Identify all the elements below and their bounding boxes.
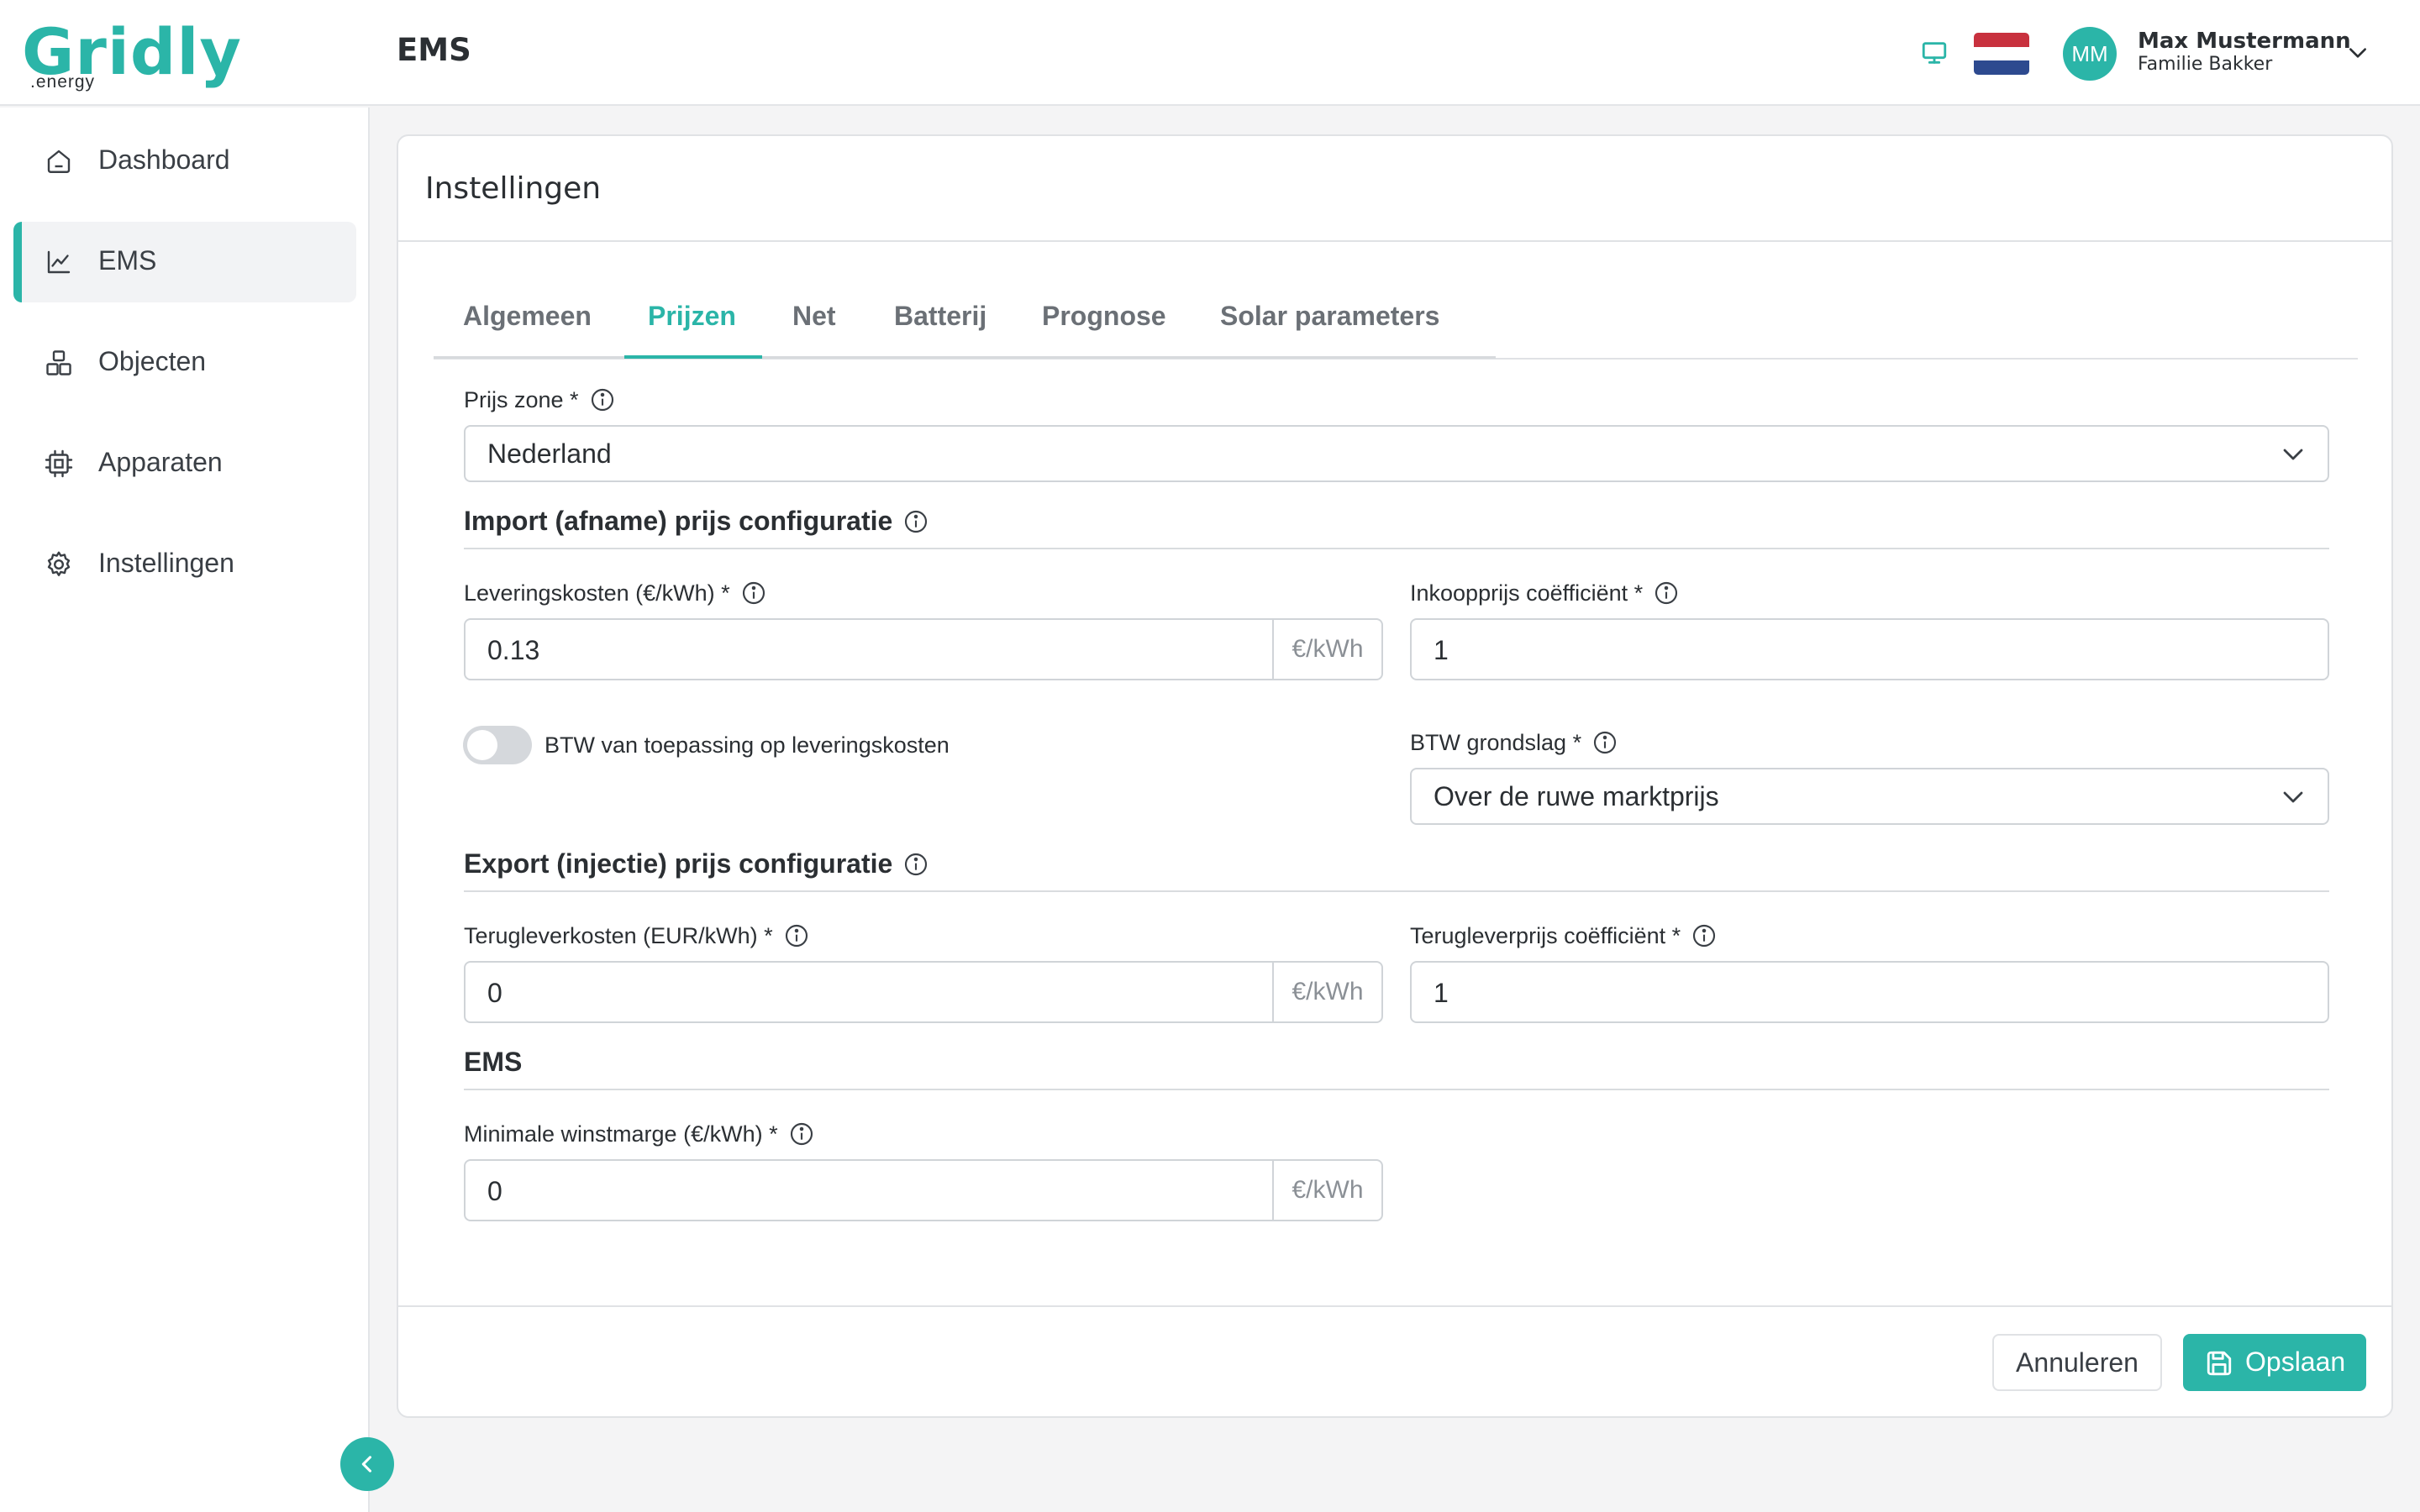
info-icon[interactable]: [788, 1121, 815, 1147]
sidebar-collapse-button[interactable]: [340, 1437, 394, 1491]
vat-toggle-label: BTW van toepassing op leveringskosten: [544, 732, 950, 758]
purchase-coefficient-label-text: Inkoopprijs coëfficiënt *: [1410, 580, 1644, 606]
info-icon[interactable]: [783, 922, 810, 949]
min-margin-label-text: Minimale winstmarge (€/kWh) *: [464, 1121, 778, 1147]
tabs-track: [434, 356, 1496, 359]
home-icon: [47, 150, 71, 173]
user-name[interactable]: Max Mustermann: [2138, 29, 2351, 54]
cancel-button[interactable]: Annuleren: [1992, 1334, 2162, 1391]
feedin-costs-label: Terugleverkosten (EUR/kWh) *: [464, 922, 810, 949]
delivery-costs-label: Leveringskosten (€/kWh) *: [464, 580, 767, 606]
min-margin-value: 0: [487, 1176, 502, 1206]
sidebar-item-ems[interactable]: EMS: [13, 222, 356, 302]
tab-net[interactable]: Net: [792, 301, 836, 332]
price-zone-value: Nederland: [487, 438, 612, 469]
ems-section-title: EMS: [464, 1047, 522, 1078]
feedin-coefficient-value: 1: [1434, 978, 1449, 1008]
sidebar-item-label: Instellingen: [98, 548, 234, 578]
settings-card: Instellingen Algemeen Prijzen Net Batter…: [397, 134, 2393, 1418]
min-margin-label: Minimale winstmarge (€/kWh) *: [464, 1121, 815, 1147]
save-icon: [2207, 1351, 2232, 1376]
purchase-coefficient-input[interactable]: 1: [1410, 618, 2329, 680]
info-icon[interactable]: [1591, 729, 1618, 756]
tab-batterij[interactable]: Batterij: [894, 301, 986, 332]
import-section-title: Import (afname) prijs configuratie: [464, 506, 929, 537]
info-icon[interactable]: [1691, 922, 1718, 949]
ems-section-text: EMS: [464, 1047, 523, 1077]
toggle-knob: [467, 730, 497, 760]
chart-line-icon: [47, 250, 71, 274]
chip-icon: [45, 449, 73, 478]
chevron-down-icon: [2283, 791, 2303, 803]
card-header-divider: [398, 240, 2391, 242]
info-icon[interactable]: [589, 386, 616, 413]
purchase-coefficient-label: Inkoopprijs coëfficiënt *: [1410, 580, 1680, 606]
vat-toggle[interactable]: [463, 726, 532, 764]
purchase-coefficient-value: 1: [1434, 635, 1449, 665]
objects-icon: [46, 350, 71, 375]
gridly-logo[interactable]: Gridly .energy: [22, 12, 241, 92]
sidebar-item-label: EMS: [98, 245, 157, 276]
logo-subtitle: .energy: [30, 72, 96, 92]
feedin-costs-label-text: Terugleverkosten (EUR/kWh) *: [464, 922, 773, 948]
card-title: Instellingen: [425, 171, 602, 206]
chevron-down-icon[interactable]: [2347, 44, 2369, 62]
feedin-costs-value: 0: [487, 978, 502, 1008]
active-tab-indicator: [624, 355, 762, 359]
card-footer-divider: [398, 1305, 2391, 1307]
vat-basis-value: Over de ruwe marktprijs: [1434, 781, 1719, 811]
info-icon[interactable]: [902, 508, 929, 535]
sidebar-item-apparaten[interactable]: Apparaten: [13, 423, 356, 504]
export-section-title: Export (injectie) prijs configuratie: [464, 848, 929, 879]
chevron-down-icon: [2283, 449, 2303, 460]
vat-basis-label-text: BTW grondslag *: [1410, 729, 1582, 755]
info-icon[interactable]: [1653, 580, 1680, 606]
min-margin-input[interactable]: 0 €/kWh: [464, 1159, 1383, 1221]
unit-addon: €/kWh: [1272, 620, 1381, 679]
tab-algemeen[interactable]: Algemeen: [463, 301, 592, 332]
info-icon[interactable]: [902, 851, 929, 878]
tab-solar-parameters[interactable]: Solar parameters: [1220, 301, 1439, 332]
price-zone-select[interactable]: Nederland: [464, 425, 2329, 482]
sidebar-item-objecten[interactable]: Objecten: [13, 323, 356, 403]
language-flag-netherlands[interactable]: [1974, 33, 2029, 75]
chevron-left-icon: [361, 1456, 372, 1473]
info-icon[interactable]: [740, 580, 767, 606]
avatar[interactable]: MM: [2063, 27, 2117, 81]
user-subtitle: Familie Bakker: [2138, 54, 2273, 75]
sidebar-item-label: Objecten: [98, 346, 207, 376]
sidebar-item-instellingen[interactable]: Instellingen: [13, 524, 356, 605]
tab-prognose[interactable]: Prognose: [1042, 301, 1166, 332]
sidebar-item-label: Apparaten: [98, 447, 223, 477]
import-section-divider: [464, 548, 2329, 549]
delivery-costs-label-text: Leveringskosten (€/kWh) *: [464, 580, 730, 606]
feedin-costs-input[interactable]: 0 €/kWh: [464, 961, 1383, 1023]
vat-basis-select[interactable]: Over de ruwe marktprijs: [1410, 768, 2329, 825]
save-button[interactable]: Opslaan: [2183, 1334, 2366, 1391]
feedin-coefficient-label-text: Terugleverprijs coëfficiënt *: [1410, 922, 1681, 948]
delivery-costs-input[interactable]: 0.13 €/kWh: [464, 618, 1383, 680]
import-section-text: Import (afname) prijs configuratie: [464, 506, 893, 536]
price-zone-label: Prijs zone *: [464, 386, 616, 413]
monitor-icon[interactable]: [1919, 39, 1949, 67]
delivery-costs-value: 0.13: [487, 635, 540, 665]
export-section-text: Export (injectie) prijs configuratie: [464, 848, 893, 879]
unit-addon: €/kWh: [1272, 1161, 1381, 1220]
sidebar-item-label: Dashboard: [98, 144, 230, 175]
export-section-divider: [464, 890, 2329, 892]
sidebar-item-dashboard[interactable]: Dashboard: [13, 121, 356, 202]
price-zone-label-text: Prijs zone *: [464, 386, 579, 412]
page-section-title: EMS: [397, 32, 471, 68]
top-header: Gridly .energy EMS MM Max Mustermann Fam…: [0, 0, 2420, 106]
feedin-coefficient-label: Terugleverprijs coëfficiënt *: [1410, 922, 1718, 949]
gear-icon: [47, 551, 71, 576]
sidebar: Dashboard EMS Objecten Apparaten Instell…: [0, 108, 370, 1512]
ems-section-divider: [464, 1089, 2329, 1090]
feedin-coefficient-input[interactable]: 1: [1410, 961, 2329, 1023]
tab-prijzen[interactable]: Prijzen: [648, 301, 736, 332]
save-button-label: Opslaan: [2245, 1347, 2346, 1377]
unit-addon: €/kWh: [1272, 963, 1381, 1021]
vat-basis-label: BTW grondslag *: [1410, 729, 1618, 756]
